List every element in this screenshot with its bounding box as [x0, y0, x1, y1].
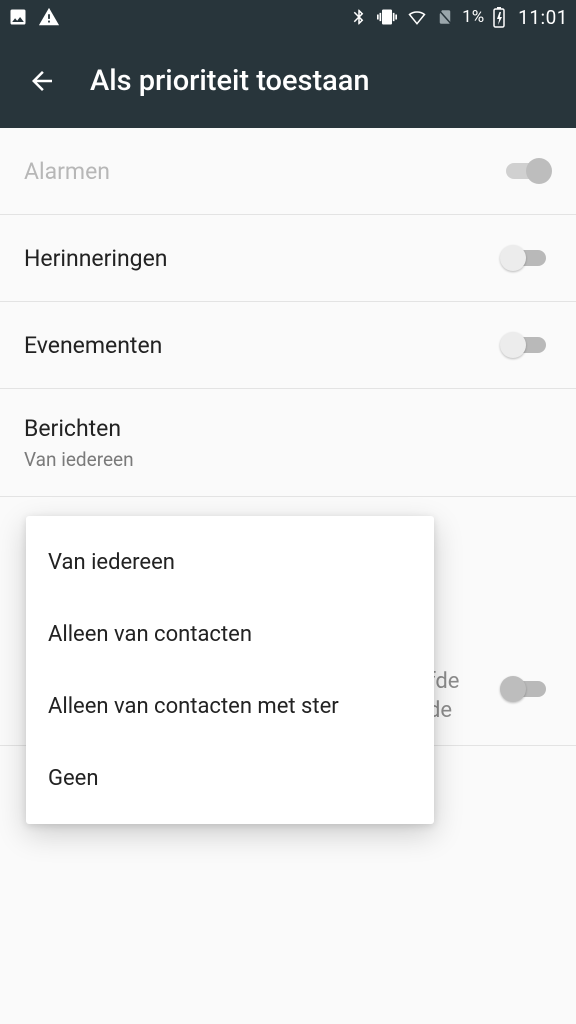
messages-filter-popup: Van iedereen Alleen van contacten Alleen…: [26, 516, 434, 824]
arrow-back-icon: [27, 66, 57, 96]
toggle-reminders[interactable]: [500, 243, 552, 273]
toggle-events[interactable]: [500, 330, 552, 360]
warning-icon: [38, 6, 60, 28]
row-reminders[interactable]: Herinneringen: [0, 215, 576, 302]
row-messages-sub: Van iedereen: [24, 448, 134, 471]
page-title: Als prioriteit toestaan: [90, 64, 370, 98]
row-alarms: Alarmen: [0, 128, 576, 215]
battery-charging-icon: [492, 6, 506, 28]
wifi-icon: [406, 7, 428, 27]
row-events-label: Evenementen: [24, 332, 162, 359]
toggle-alarms: [500, 156, 552, 186]
toggle-background-row[interactable]: [500, 674, 552, 704]
popup-option-starred-contacts[interactable]: Alleen van contacten met ster: [26, 670, 434, 742]
settings-list: Alarmen Herinneringen Evenementen Berich…: [0, 128, 576, 497]
status-clock: 11:01: [518, 6, 568, 29]
row-messages[interactable]: Berichten Van iedereen: [0, 389, 576, 497]
popup-option-everyone[interactable]: Van iedereen: [26, 526, 434, 598]
vibrate-icon: [376, 7, 398, 27]
row-alarms-label: Alarmen: [24, 158, 110, 185]
status-bar: 1% 11:01: [0, 0, 576, 34]
bluetooth-icon: [350, 7, 368, 27]
row-reminders-label: Herinneringen: [24, 245, 168, 272]
app-bar: Als prioriteit toestaan: [0, 34, 576, 128]
row-messages-label: Berichten: [24, 415, 134, 442]
popup-option-contacts[interactable]: Alleen van contacten: [26, 598, 434, 670]
back-button[interactable]: [22, 61, 62, 101]
row-events[interactable]: Evenementen: [0, 302, 576, 389]
image-icon: [8, 7, 28, 27]
no-sim-icon: [436, 7, 454, 27]
battery-percent: 1%: [462, 7, 484, 27]
popup-option-none[interactable]: Geen: [26, 742, 434, 814]
